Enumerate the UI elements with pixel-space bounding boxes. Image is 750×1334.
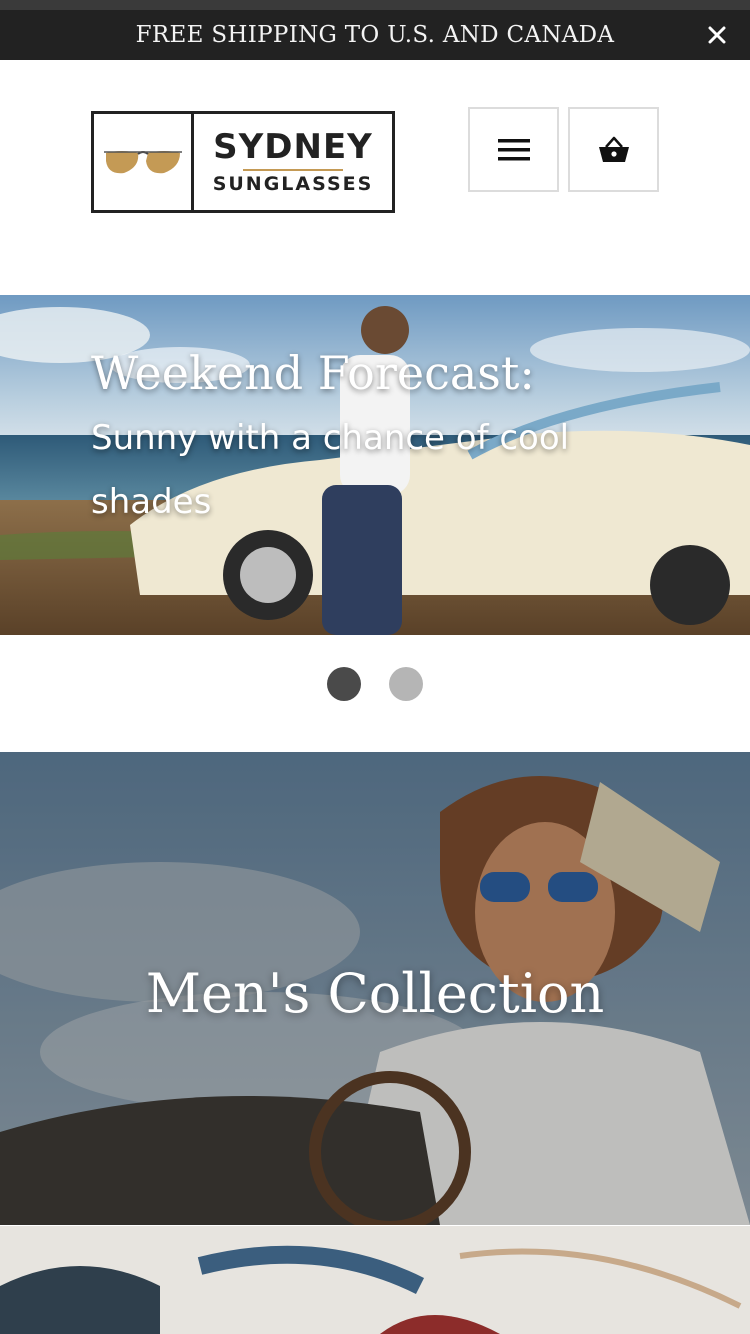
hero-slideshow[interactable]: Weekend Forecast: Sunny with a chance of… xyxy=(0,295,750,635)
hamburger-menu-icon xyxy=(497,138,530,160)
logo-line-1: SYDNEY xyxy=(213,127,373,167)
slide-subtitle: Sunny with a chance of cool shades xyxy=(91,417,570,522)
cart-button[interactable] xyxy=(568,107,659,192)
collection-card-next[interactable] xyxy=(0,1226,750,1334)
shopping-basket-icon xyxy=(598,136,629,162)
logo-line-2: SUNGLASSES xyxy=(212,173,374,195)
sunglasses-collection-image xyxy=(0,1226,750,1334)
slideshow-pagination xyxy=(0,667,750,703)
slide-dot-1[interactable] xyxy=(327,667,361,701)
announcement-bar: FREE SHIPPING TO U.S. AND CANADA xyxy=(0,10,750,60)
site-logo[interactable]: SYDNEY SUNGLASSES xyxy=(91,111,395,213)
slide-title: Weekend Forecast: xyxy=(91,346,535,400)
site-header: SYDNEY SUNGLASSES xyxy=(0,60,750,295)
collection-title: Men's Collection xyxy=(145,962,605,1025)
logo-wordmark: SYDNEY SUNGLASSES xyxy=(194,114,392,210)
collection-card-mens[interactable]: Men's Collection xyxy=(0,752,750,1225)
logo-divider xyxy=(243,169,343,171)
sunglasses-icon xyxy=(94,114,194,210)
status-bar-edge xyxy=(0,0,750,10)
close-icon[interactable] xyxy=(702,20,732,50)
announcement-text: FREE SHIPPING TO U.S. AND CANADA xyxy=(135,22,615,48)
menu-button[interactable] xyxy=(468,107,559,192)
slide-dot-2[interactable] xyxy=(389,667,423,701)
slide-caption: Weekend Forecast: Sunny with a chance of… xyxy=(91,347,611,534)
